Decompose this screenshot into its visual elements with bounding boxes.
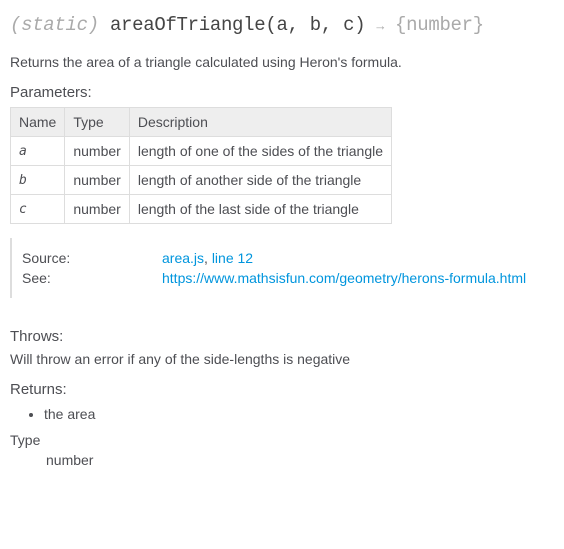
- param-desc: length of another side of the triangle: [129, 166, 391, 195]
- table-row: c number length of the last side of the …: [11, 195, 392, 224]
- returns-item: the area: [44, 406, 554, 422]
- param-type: number: [65, 195, 129, 224]
- source-label: Source:: [22, 248, 152, 268]
- signature-attrib: (static): [10, 14, 99, 36]
- col-description: Description: [129, 108, 391, 137]
- parameters-heading: Parameters:: [10, 84, 554, 101]
- table-row: a number length of one of the sides of t…: [11, 137, 392, 166]
- method-signature: (static) areaOfTriangle(a, b, c) → {numb…: [10, 14, 554, 36]
- see-link[interactable]: https://www.mathsisfun.com/geometry/hero…: [162, 270, 526, 286]
- see-value: https://www.mathsisfun.com/geometry/hero…: [162, 268, 554, 288]
- returns-type-value: number: [46, 452, 554, 468]
- signature-params: (a, b, c): [265, 14, 365, 36]
- returns-type-label: Type: [10, 432, 554, 448]
- table-row: b number length of another side of the t…: [11, 166, 392, 195]
- throws-heading: Throws:: [10, 328, 554, 345]
- see-label: See:: [22, 268, 152, 288]
- col-type: Type: [65, 108, 129, 137]
- arrow-icon: →: [376, 19, 384, 34]
- returns-heading: Returns:: [10, 381, 554, 398]
- col-name: Name: [11, 108, 65, 137]
- signature-returntype: {number}: [395, 14, 484, 36]
- param-desc: length of the last side of the triangle: [129, 195, 391, 224]
- param-type: number: [65, 166, 129, 195]
- throws-text: Will throw an error if any of the side-l…: [10, 351, 554, 367]
- method-description: Returns the area of a triangle calculate…: [10, 54, 554, 70]
- param-name: c: [11, 195, 65, 224]
- source-value: area.js, line 12: [162, 248, 554, 268]
- source-file-link[interactable]: area.js: [162, 250, 204, 266]
- param-name: a: [11, 137, 65, 166]
- signature-name: areaOfTriangle: [110, 14, 265, 36]
- param-desc: length of one of the sides of the triang…: [129, 137, 391, 166]
- parameters-table: Name Type Description a number length of…: [10, 107, 392, 224]
- details-block: Source: area.js, line 12 See: https://ww…: [10, 238, 554, 298]
- returns-block: the area Type number: [10, 406, 554, 468]
- param-name: b: [11, 166, 65, 195]
- param-type: number: [65, 137, 129, 166]
- source-line-link[interactable]: line 12: [212, 250, 253, 266]
